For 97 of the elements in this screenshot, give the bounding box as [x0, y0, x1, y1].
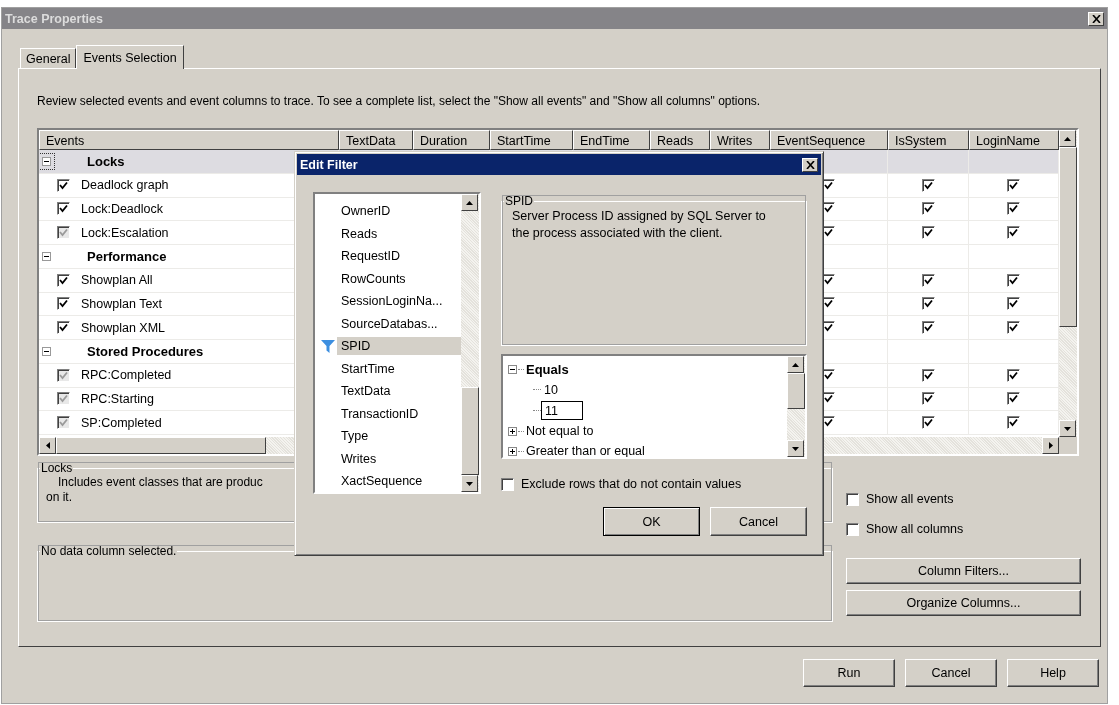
collapse-icon[interactable] — [42, 251, 51, 261]
scroll-thumb[interactable] — [56, 437, 266, 454]
checkbox[interactable] — [846, 492, 859, 506]
column-header[interactable]: TextData — [339, 130, 413, 150]
down-arrow-icon — [466, 481, 473, 486]
side-button[interactable]: Organize Columns... — [846, 590, 1081, 616]
column-header[interactable]: Duration — [413, 130, 490, 150]
operator-label[interactable]: Not equal to — [526, 424, 594, 438]
footer-button[interactable]: Cancel — [905, 659, 997, 687]
down-arrow-icon — [792, 446, 799, 451]
column-header[interactable]: Reads — [650, 130, 710, 150]
group-label: Stored Procedures — [87, 343, 204, 359]
column-header[interactable]: LoginName — [969, 130, 1059, 150]
scroll-thumb[interactable] — [461, 387, 479, 475]
group-label: Locks — [87, 153, 125, 169]
list-item[interactable]: StartTime — [337, 359, 461, 378]
list-item[interactable]: OwnerID — [337, 202, 461, 221]
event-label: Lock:Deadlock — [81, 201, 163, 216]
group-label: Performance — [87, 248, 167, 264]
operator-label[interactable]: Equals — [526, 361, 569, 377]
scroll-down-button[interactable] — [787, 440, 804, 457]
right-arrow-icon — [1048, 442, 1053, 449]
close-button[interactable] — [1088, 11, 1104, 26]
list-item[interactable]: SessionLoginNa... — [337, 292, 461, 311]
scrollbar-corner — [1059, 437, 1077, 454]
group-title: SPID — [504, 194, 534, 208]
operator-label[interactable]: Greater than or equal — [526, 444, 645, 457]
dialog-button[interactable]: Cancel — [710, 507, 807, 536]
collapse-icon[interactable] — [508, 364, 517, 374]
side-button[interactable]: Column Filters... — [846, 558, 1081, 584]
close-button[interactable] — [802, 157, 818, 172]
expand-icon[interactable] — [508, 426, 517, 436]
group-title: Locks — [40, 461, 74, 475]
list-item[interactable]: SourceDatabas... — [337, 314, 461, 333]
scroll-right-button[interactable] — [1042, 437, 1059, 454]
column-header[interactable]: StartTime — [490, 130, 573, 150]
vertical-scrollbar[interactable] — [1059, 130, 1077, 454]
value-label[interactable]: 10 — [544, 382, 558, 397]
list-item[interactable]: Reads — [337, 224, 461, 243]
instructions-text: Review selected events and event columns to trace. To see a complete list, select the "Show all events" and "Show all columns" options. — [37, 94, 762, 110]
left-arrow-icon — [45, 442, 50, 449]
event-label: Showplan Text — [81, 296, 163, 311]
close-icon — [1091, 14, 1101, 23]
column-header[interactable]: EventSequence — [770, 130, 888, 150]
scroll-down-button[interactable] — [461, 475, 478, 492]
scroll-up-button[interactable] — [461, 194, 478, 211]
description-text: Includes event classes that are produc — [57, 475, 263, 490]
vertical-scrollbar[interactable] — [787, 356, 805, 457]
list-item[interactable]: Writes — [337, 449, 461, 468]
collapse-icon[interactable] — [42, 346, 51, 356]
window-title: Trace Properties — [5, 11, 103, 26]
event-label: RPC:Completed — [81, 368, 172, 383]
event-label: Deadlock graph — [81, 178, 169, 193]
up-arrow-icon — [466, 200, 473, 205]
list-item[interactable]: Type — [337, 427, 461, 446]
down-arrow-icon — [1064, 426, 1071, 431]
list-item[interactable]: XactSequence — [337, 472, 461, 491]
footer-button[interactable]: Help — [1007, 659, 1099, 687]
event-label: RPC:Starting — [81, 391, 154, 406]
checkbox[interactable] — [846, 522, 859, 536]
vertical-scrollbar[interactable] — [461, 194, 479, 492]
list-item[interactable]: RowCounts — [337, 269, 461, 288]
dialog-button[interactable]: OK — [603, 507, 700, 536]
description-text: Server Process ID assigned by SQL Server to the process associated with the client. — [511, 208, 767, 242]
checkbox-label: Show all events — [866, 492, 954, 506]
list-item[interactable]: TextData — [337, 382, 461, 401]
checkbox-label: Show all columns — [866, 522, 964, 536]
event-label: SP:Completed — [81, 415, 162, 430]
value-input[interactable]: 11 — [541, 401, 583, 420]
column-header[interactable]: EndTime — [573, 130, 650, 150]
column-header[interactable]: Events — [39, 130, 339, 150]
tab[interactable]: Events Selection — [76, 45, 184, 69]
footer-button[interactable]: Run — [803, 659, 895, 687]
scroll-up-button[interactable] — [1059, 130, 1076, 147]
scroll-thumb[interactable] — [787, 373, 805, 409]
dialog-title: Edit Filter — [300, 157, 358, 172]
column-header[interactable]: Writes — [710, 130, 770, 150]
scroll-down-button[interactable] — [1059, 420, 1076, 437]
event-label: Showplan XML — [81, 320, 166, 335]
group-title: No data column selected. — [40, 544, 178, 558]
list-item[interactable]: TransactionID — [337, 404, 461, 423]
up-arrow-icon — [792, 362, 799, 367]
scroll-thumb[interactable] — [1059, 147, 1077, 327]
list-item[interactable]: SPID — [337, 337, 461, 356]
description-text: on it. — [46, 490, 72, 505]
event-label: Lock:Escalation — [81, 225, 169, 240]
expand-icon[interactable] — [508, 446, 517, 456]
checkbox-label: Exclude rows that do not contain values — [521, 477, 742, 491]
scroll-up-button[interactable] — [787, 356, 804, 373]
tab[interactable]: General — [20, 48, 77, 68]
up-arrow-icon — [1064, 136, 1071, 141]
column-header[interactable]: IsSystem — [888, 130, 969, 150]
event-label: Showplan All — [81, 273, 153, 288]
checkbox[interactable] — [501, 477, 514, 491]
close-icon — [805, 160, 815, 169]
scroll-left-button[interactable] — [39, 437, 56, 454]
list-item[interactable]: RequestID — [337, 247, 461, 266]
